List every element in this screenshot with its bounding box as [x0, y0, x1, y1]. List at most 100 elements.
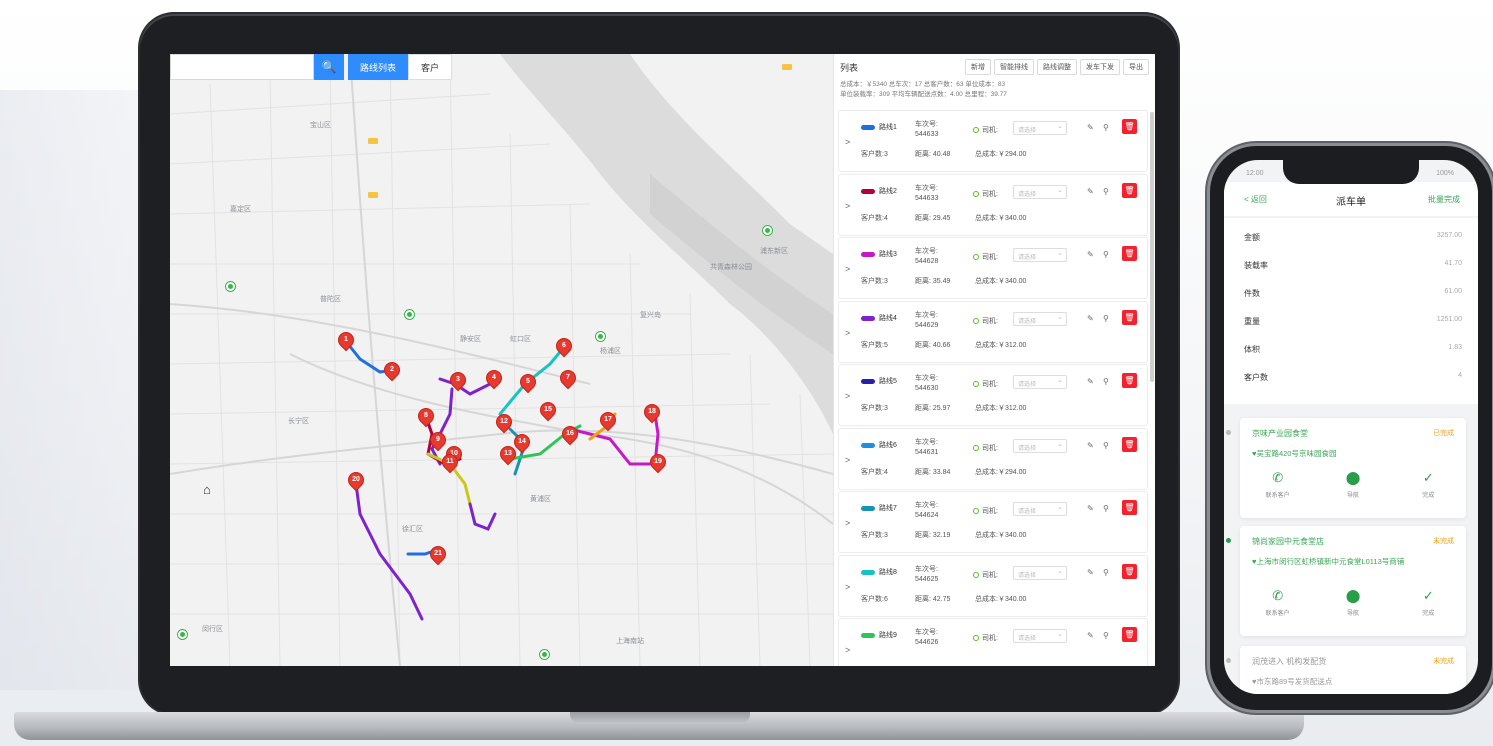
route-card[interactable]: > 路线7 车次号: 544624 司机: 请选择 ✎ ⚲ 🗑 客户数:3 距离: 32.19 总成本… [838, 491, 1148, 553]
edit-icon[interactable]: ✎ [1087, 631, 1094, 640]
check-circle-icon: ✓ [1422, 470, 1434, 485]
driver-select[interactable]: 请选择 [1013, 121, 1067, 135]
scrollbar[interactable] [1150, 112, 1154, 382]
link-icon[interactable]: ⚲ [1103, 631, 1109, 640]
complete-button[interactable]: ✓ 完成 [1398, 470, 1458, 499]
link-icon[interactable]: ⚲ [1103, 187, 1109, 196]
expand-chevron-icon[interactable]: > [845, 518, 850, 528]
link-icon[interactable]: ⚲ [1103, 504, 1109, 513]
dispatch-button[interactable]: 发车下发 [1080, 59, 1120, 75]
driver-radio-icon[interactable] [973, 317, 979, 324]
edit-icon[interactable]: ✎ [1087, 123, 1094, 132]
car-number: 544631 [915, 448, 939, 456]
edit-icon[interactable]: ✎ [1087, 377, 1094, 386]
route-cost: 总成本:￥340.00 [975, 595, 1027, 603]
expand-chevron-icon[interactable]: > [845, 645, 850, 655]
expand-chevron-icon[interactable]: > [845, 328, 850, 338]
search-button[interactable]: 🔍 [314, 54, 344, 80]
route-color-swatch [861, 315, 875, 321]
expand-chevron-icon[interactable]: > [845, 264, 850, 274]
edit-icon[interactable]: ✎ [1087, 187, 1094, 196]
stat-label: 客户数 [1244, 373, 1268, 382]
route-card[interactable]: > 路线4 车次号: 544629 司机: 请选择 ✎ ⚲ 🗑 客户数:5 距离: 40.66 总成本… [838, 300, 1148, 363]
add-button[interactable]: 新增 [965, 59, 991, 75]
driver-select[interactable]: 请选择 [1013, 502, 1067, 516]
driver-radio-icon[interactable] [973, 254, 979, 260]
driver-select[interactable]: 请选择 [1013, 311, 1067, 326]
expand-chevron-icon[interactable]: > [845, 201, 850, 211]
batch-complete-button[interactable]: 批量完成 [1428, 194, 1460, 205]
edit-icon[interactable]: ✎ [1087, 568, 1094, 577]
delete-button[interactable]: 🗑 [1122, 182, 1137, 198]
delete-button[interactable]: 🗑 [1122, 119, 1137, 134]
route-color-swatch [861, 506, 875, 511]
complete-button[interactable]: ✓ 完成 [1398, 588, 1458, 617]
stat-row: 体积 1.83 [1244, 344, 1462, 368]
call-button[interactable]: ✆ 联系客户 [1248, 470, 1308, 499]
route-map[interactable]: ⌂ 宝山区 浦东新区 闵行区 徐汇区 长宁区 普陀区 嘉定区 杨浦区 虹口区 静… [170, 54, 833, 666]
call-button[interactable]: ✆ 联系客户 [1248, 588, 1308, 617]
driver-select[interactable]: 请选择 [1013, 248, 1067, 262]
driver-radio-icon[interactable] [973, 190, 979, 197]
edit-icon[interactable]: ✎ [1087, 504, 1094, 513]
map-search-input[interactable] [170, 54, 314, 80]
customer-card[interactable]: 锦尚家园中元食堂店 未完成 ♥上海市闵行区虹桥镇新中元食堂L0113号商铺 ✆ 联… [1226, 526, 1466, 636]
driver-radio-icon[interactable] [973, 444, 979, 451]
driver-radio-icon[interactable] [973, 508, 979, 514]
driver-select[interactable]: 请选择 [1013, 629, 1067, 643]
link-icon[interactable]: ⚲ [1103, 568, 1109, 577]
driver-select[interactable]: 请选择 [1013, 438, 1067, 453]
customer-address: ♥上海市闵行区虹桥镇新中元食堂L0113号商铺 [1252, 557, 1405, 566]
driver-radio-icon[interactable] [973, 127, 979, 133]
expand-chevron-icon[interactable]: > [845, 582, 850, 592]
export-button[interactable]: 导出 [1123, 59, 1149, 75]
link-icon[interactable]: ⚲ [1103, 377, 1109, 386]
customer-card[interactable]: 润茂进入 机构发配货 未完成 ♥市东路89号发货配送点 [1226, 646, 1466, 694]
route-card[interactable]: > 路线6 车次号: 544631 司机: 请选择 ✎ ⚲ 🗑 客户数:4 距离: 33.84 总成本… [838, 427, 1148, 490]
driver-radio-icon[interactable] [973, 381, 979, 387]
expand-chevron-icon[interactable]: > [845, 455, 850, 465]
edit-icon[interactable]: ✎ [1087, 314, 1094, 323]
navigate-button[interactable]: ⬤ 导航 [1323, 470, 1383, 499]
delete-button[interactable]: 🗑 [1122, 309, 1137, 325]
route-card[interactable]: > 路线1 车次号: 544633 司机: 请选择 ✎ ⚲ 🗑 客户数:3 距离: 40.48 总成本… [838, 110, 1148, 172]
route-card[interactable]: > 路线9 车次号: 544626 司机: 请选择 ✎ ⚲ 🗑 [838, 618, 1148, 666]
route-card[interactable]: > 路线2 车次号: 544633 司机: 请选择 ✎ ⚲ 🗑 客户数:4 距离: 29.45 总成本… [838, 173, 1148, 236]
edit-icon[interactable]: ✎ [1087, 250, 1094, 259]
driver-select[interactable]: 请选择 [1013, 184, 1067, 199]
route-card[interactable]: > 路线8 车次号: 544625 司机: 请选择 ✎ ⚲ 🗑 客户数:6 距离: 42.75 总成本… [838, 554, 1148, 617]
route-adjust-button[interactable]: 路线调整 [1037, 59, 1077, 75]
customer-button[interactable]: 客户 [408, 54, 453, 80]
driver-select[interactable]: 请选择 [1013, 375, 1067, 389]
car-number: 544633 [915, 131, 939, 138]
route-card[interactable]: > 路线5 车次号: 544630 司机: 请选择 ✎ ⚲ 🗑 客户数:3 距离: 25.97 总成本… [838, 364, 1148, 426]
expand-chevron-icon[interactable]: > [845, 391, 850, 401]
edit-icon[interactable]: ✎ [1087, 441, 1094, 450]
delete-button[interactable]: 🗑 [1122, 373, 1137, 388]
car-number-label: 车次号: [915, 565, 938, 573]
delete-button[interactable]: 🗑 [1122, 627, 1137, 642]
link-icon[interactable]: ⚲ [1103, 123, 1109, 132]
driver-radio-icon[interactable] [973, 571, 979, 578]
map-label: 复兴岛 [640, 312, 661, 319]
customer-card[interactable]: 京味产业园食堂 已完成 ♥吴宝路420号京味园食园 ✆ 联系客户 ⬤ 导航 ✓ 完成 [1226, 418, 1466, 518]
route-list-button[interactable]: 路线列表 [348, 54, 409, 80]
smart-route-button[interactable]: 智能排线 [994, 59, 1034, 75]
route-card[interactable]: > 路线3 车次号: 544628 司机: 请选择 ✎ ⚲ 🗑 客户数:3 距离: 35.49 总成本… [838, 237, 1148, 299]
search-icon: 🔍 [321, 60, 337, 74]
car-number-label: 车次号: [915, 248, 938, 255]
delete-button[interactable]: 🗑 [1122, 246, 1137, 261]
link-icon[interactable]: ⚲ [1103, 250, 1109, 259]
navigate-button[interactable]: ⬤ 导航 [1323, 588, 1383, 617]
route-panel: 列表 新增 智能排线 路线调整 发车下发 导出 总成本：￥5340 总车次：17… [833, 54, 1155, 666]
link-icon[interactable]: ⚲ [1103, 314, 1109, 323]
map-label: 长宁区 [288, 418, 309, 425]
link-icon[interactable]: ⚲ [1103, 441, 1109, 450]
delete-button[interactable]: 🗑 [1122, 500, 1137, 515]
delete-button[interactable]: 🗑 [1122, 436, 1137, 452]
driver-select[interactable]: 请选择 [1013, 565, 1067, 580]
driver-radio-icon[interactable] [973, 635, 979, 641]
delete-button[interactable]: 🗑 [1122, 563, 1137, 579]
customer-address: ♥市东路89号发货配送点 [1252, 677, 1333, 686]
expand-chevron-icon[interactable]: > [845, 137, 850, 147]
